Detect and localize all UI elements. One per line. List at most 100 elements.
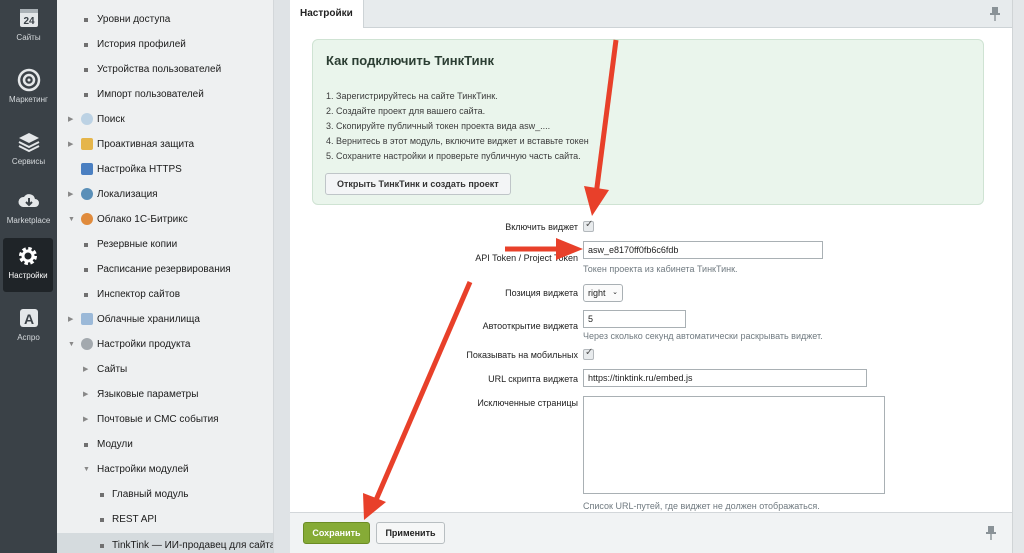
show-mobile-label: Показывать на мобильных (466, 350, 578, 360)
tree-item-module-settings[interactable]: ▼ Настройки модулей (57, 457, 273, 482)
tree-item-modules[interactable]: Модули (57, 432, 273, 457)
tree-item-label: Языковые параметры (97, 389, 199, 400)
tree-item-label: Инспектор сайтов (97, 289, 181, 300)
tree-item-label: Настройка HTTPS (97, 164, 182, 175)
open-tinktink-button[interactable]: Открыть ТинкТинк и создать проект (325, 173, 511, 195)
enable-widget-checkbox[interactable] (583, 219, 594, 232)
tree-item-label: Модули (97, 439, 133, 450)
tree-item-profile-history[interactable]: История профилей (57, 32, 273, 57)
expand-arrow-icon[interactable]: ▶ (68, 182, 73, 207)
tree-item-label: TinkTink — ИИ-продавец для сайта (112, 540, 274, 551)
tree-item-mail-sms-events[interactable]: ▶ Почтовые и СМС события (57, 407, 273, 432)
tree-item-label: Сайты (97, 364, 128, 375)
tab-settings[interactable]: Настройки (290, 0, 364, 28)
autoopen-input[interactable]: 5 (583, 310, 686, 328)
tree-item-site-inspector[interactable]: Инспектор сайтов (57, 282, 273, 307)
tree-item-label: Облако 1С-Битрикс (97, 214, 188, 225)
excluded-pages-hint: Список URL-путей, где виджет не должен о… (583, 501, 820, 511)
tree-item-label: Устройства пользователей (97, 64, 222, 75)
tree-item-rest-api[interactable]: REST API (57, 507, 273, 532)
tree-item-label: Проактивная защита (97, 139, 195, 150)
tree-item-sites[interactable]: ▶ Сайты (57, 357, 273, 382)
collapse-arrow-icon[interactable]: ▼ (68, 332, 75, 357)
aspro-a-icon: A (19, 309, 38, 327)
tab-bar: Настройки (290, 0, 1012, 28)
expand-arrow-icon[interactable]: ▶ (68, 307, 73, 332)
tree-item-language-params[interactable]: ▶ Языковые параметры (57, 382, 273, 407)
cloud-download-icon (17, 194, 39, 207)
pin-icon[interactable] (986, 526, 996, 540)
tree-item-user-devices[interactable]: Устройства пользователей (57, 57, 273, 82)
expand-arrow-icon[interactable]: ▶ (83, 357, 88, 382)
bullet-icon (84, 293, 88, 297)
tree-item-label: Локализация (97, 189, 158, 200)
expand-arrow-icon[interactable]: ▶ (83, 407, 88, 432)
rail-item-services[interactable]: Сервисы (0, 124, 57, 178)
api-token-hint: Токен проекта из кабинета ТинкТинк. (583, 264, 738, 274)
tree-item-proactive[interactable]: ▶ Проактивная защита (57, 132, 273, 157)
enable-widget-label: Включить виджет (505, 222, 578, 232)
bullet-icon (100, 518, 104, 522)
tree-item-search[interactable]: ▶ Поиск (57, 107, 273, 132)
tree-item-tinktink[interactable]: TinkTink — ИИ-продавец для сайта (57, 533, 274, 553)
tree-item-https[interactable]: Настройка HTTPS (57, 157, 273, 182)
tree-item-cloud-storage[interactable]: ▶ Облачные хранилища (57, 307, 273, 332)
rail-item-aspro[interactable]: A Аспро (0, 300, 57, 354)
rail-label: Аспро (17, 333, 40, 342)
storage-icon (81, 313, 93, 325)
expand-arrow-icon[interactable]: ▶ (68, 107, 73, 132)
guide-step: 2. Создайте проект для вашего сайта. (326, 106, 486, 116)
collapse-arrow-icon[interactable]: ▼ (68, 207, 75, 232)
tree-item-main-module[interactable]: Главный модуль (57, 482, 273, 507)
save-button[interactable]: Сохранить (303, 522, 370, 544)
calendar-24-icon: 24 (19, 9, 38, 27)
rail-label: Сайты (16, 33, 41, 42)
tree-item-label: Расписание резервирования (97, 264, 231, 275)
tree-item-access-levels[interactable]: Уровни доступа (57, 7, 273, 32)
excluded-pages-textarea[interactable] (583, 396, 885, 494)
tree-item-localization[interactable]: ▶ Локализация (57, 182, 273, 207)
layers-icon (18, 133, 39, 153)
form-footer: Сохранить Применить (290, 512, 1012, 553)
tree-item-bitrix-cloud[interactable]: ▼ Облако 1С-Битрикс (57, 207, 273, 232)
bullet-icon (84, 18, 88, 22)
rail-label: Marketplace (6, 216, 51, 225)
tree-item-label: Облачные хранилища (97, 314, 200, 325)
expand-arrow-icon[interactable]: ▶ (83, 382, 88, 407)
left-rail: 24 Сайты Маркетинг Сервисы Marketplace Н… (0, 0, 57, 553)
rail-item-settings[interactable]: Настройки (3, 238, 53, 292)
rail-item-marketing[interactable]: Маркетинг (0, 62, 57, 116)
script-url-input[interactable]: https://tinktink.ru/embed.js (583, 369, 867, 387)
autoopen-label: Автооткрытие виджета (482, 321, 578, 331)
guide-step: 4. Вернитесь в этот модуль, включите вид… (326, 136, 589, 146)
rail-label: Маркетинг (9, 95, 48, 104)
widget-position-select[interactable]: right ⌄ (583, 284, 623, 302)
api-token-input[interactable]: asw_e8170ff0fb6c6fdb (583, 241, 823, 259)
gear-icon (81, 338, 93, 350)
cloud-icon (81, 213, 93, 225)
rail-item-marketplace[interactable]: Marketplace (0, 183, 57, 237)
rail-label: Настройки (8, 271, 48, 280)
rail-label: Сервисы (11, 157, 46, 166)
magnifier-icon (81, 113, 93, 125)
tree-item-label: История профилей (97, 39, 186, 50)
apply-button[interactable]: Применить (376, 522, 445, 544)
tree-item-backup-schedule[interactable]: Расписание резервирования (57, 257, 273, 282)
rail-item-sites[interactable]: 24 Сайты (0, 0, 57, 54)
svg-text:24: 24 (23, 16, 35, 27)
collapse-arrow-icon[interactable]: ▼ (83, 457, 90, 482)
globe-icon (81, 188, 93, 200)
show-mobile-checkbox[interactable] (583, 347, 594, 360)
tree-item-label: Главный модуль (112, 489, 189, 500)
tree-item-user-import[interactable]: Импорт пользователей (57, 82, 273, 107)
tree-item-label: REST API (112, 514, 157, 525)
expand-arrow-icon[interactable]: ▶ (68, 132, 73, 157)
tree-item-backups[interactable]: Резервные копии (57, 232, 273, 257)
page-scrollbar[interactable] (1012, 0, 1024, 553)
script-url-label: URL скрипта виджета (488, 374, 578, 384)
widget-position-label: Позиция виджета (505, 288, 578, 298)
connection-guide-panel: Как подключить ТинкТинк 1. Зарегистрируй… (312, 39, 984, 205)
tree-item-product-settings[interactable]: ▼ Настройки продукта (57, 332, 273, 357)
pin-icon[interactable] (990, 7, 1000, 21)
tree-item-label: Резервные копии (97, 239, 178, 250)
